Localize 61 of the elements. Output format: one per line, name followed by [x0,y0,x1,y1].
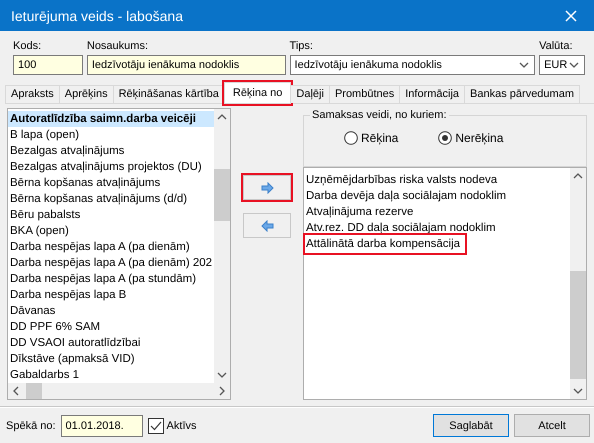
list-item[interactable]: DD VSAOI autoratlīdzībai [8,335,214,351]
text-field[interactable]: Iedzīvotāju ienākuma nodoklis [86,55,286,75]
dropdown[interactable]: Iedzīvotāju ienākuma nodoklis [290,55,536,75]
chevron-down-icon [573,387,583,395]
window-title: Ieturējuma veids - labošana [11,8,183,24]
list-item[interactable]: B lapa (open) [8,127,214,143]
list-item[interactable]: Dāvanas [8,303,214,319]
chevron-up-icon [573,172,583,180]
list-item[interactable]: Darba nespējas lapa A (pa dienām) 202 [8,255,214,271]
field-label: Valūta: [539,39,574,53]
tab[interactable]: Daļēji [290,85,330,103]
list-item[interactable]: Attālinātā darba kompensācija [304,236,570,252]
field-label: Spēkā no: [6,420,56,432]
list-item[interactable]: Dīkstāve (apmaksā VID) [8,351,214,367]
chevron-up-icon [217,113,227,121]
remove-button[interactable] [243,213,291,238]
field-label: Kods: [13,39,42,53]
radio-button[interactable]: Nerēķina [438,131,504,145]
list-item[interactable]: Bezalgas atvaļinājums [8,143,214,159]
chevron-down-icon [519,61,530,69]
text-field[interactable]: 100 [13,55,83,75]
scrollbar[interactable] [214,109,230,383]
arrow-right-icon [260,182,274,194]
tab[interactable]: Rēķina no [224,82,292,103]
arrow-left-icon [260,220,274,232]
field-label: Nosaukums: [86,39,150,53]
list-item[interactable]: Darba nespējas lapa B [8,287,214,303]
list-item[interactable]: Autoratlīdzība saimn.darba veicēji [8,111,214,127]
chevron-down-icon [569,61,579,69]
chevron-down-icon [217,371,227,379]
dialog-button[interactable]: Atcelt [514,414,590,437]
list-item[interactable]: Bēru pabalsts [8,207,214,223]
list-item[interactable]: Bērna kopšanas atvaļinājums (d/d) [8,191,214,207]
field-label: Tips: [290,39,314,53]
list-item[interactable]: BKA (open) [8,223,214,239]
dropdown[interactable]: EUR [539,55,585,75]
close-icon [565,10,577,22]
scrollbar[interactable] [8,383,230,399]
list-item[interactable]: Bērna kopšanas atvaļinājums [8,175,214,191]
group-title: Samaksas veidi, no kuriem: [310,109,448,121]
list-item[interactable]: Darba nespējas lapa A (pa stundām) [8,271,214,287]
scroll-thumb[interactable] [570,271,586,379]
list-item[interactable]: Bezalgas atvaļinājums projektos (DU) [8,159,214,175]
chevron-right-icon [218,386,226,396]
list-item[interactable]: Atvaļinājuma rezerve [304,204,570,220]
list-item[interactable]: Atv.rez. DD daļa sociālajam nodoklim [304,220,570,236]
list-item[interactable]: Darba nespējas lapa A (pa dienām) [8,239,214,255]
list-item[interactable]: Gabaldarbs 1 [8,367,214,383]
scrollbar[interactable] [570,168,586,399]
checkbox[interactable]: Aktīvs [148,418,196,434]
list-item[interactable]: Darba devēja daļa sociālajam nodoklim [304,188,570,204]
tab[interactable]: Apraksts [5,85,60,103]
tab[interactable]: Bankas pārvedumam [464,85,580,103]
scroll-thumb[interactable] [214,169,230,221]
radio-button[interactable]: Rēķina [344,131,398,145]
list-item[interactable]: Uzņēmējdarbības riska valsts nodeva [304,172,570,188]
scroll-thumb[interactable] [26,383,42,399]
dialog-button[interactable]: Saglabāt [433,414,509,437]
list-item[interactable]: DD PPF 6% SAM [8,319,214,335]
date-field[interactable]: 01.01.2018. [60,414,143,436]
chevron-left-icon [12,386,20,396]
